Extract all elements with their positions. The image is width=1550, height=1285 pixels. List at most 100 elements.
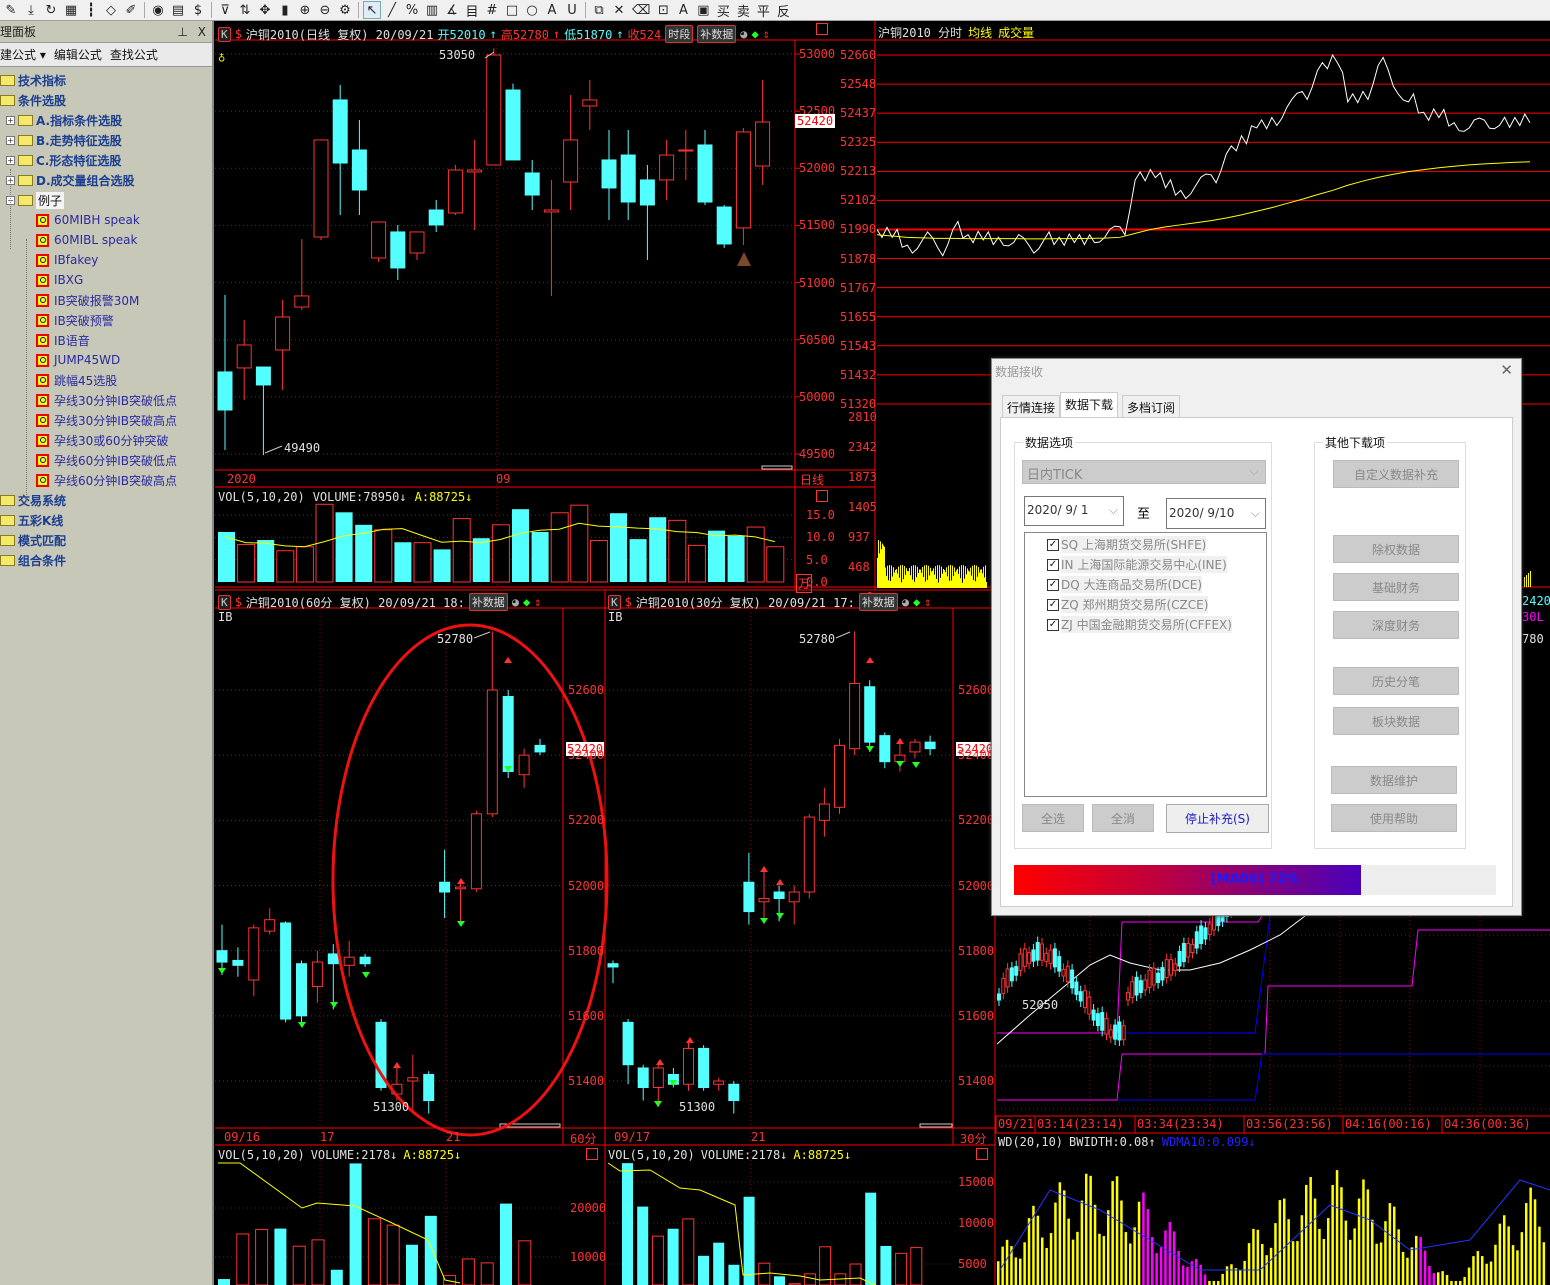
- tree-item[interactable]: IBfakey: [36, 251, 98, 269]
- tree-item[interactable]: IBXG: [36, 271, 83, 289]
- edit-icon[interactable]: ✐: [122, 1, 140, 19]
- lock-icon[interactable]: ⊡: [654, 1, 672, 19]
- other-download-button[interactable]: 深度财务: [1333, 611, 1459, 639]
- sort-icon[interactable]: ⇅: [236, 1, 254, 19]
- tree-item[interactable]: − 例子: [6, 191, 65, 209]
- select-all-button[interactable]: 全选: [1022, 804, 1084, 832]
- trade-button-1[interactable]: 卖: [734, 1, 752, 20]
- expand-icon[interactable]: +: [6, 155, 15, 165]
- tree-item[interactable]: IB语音: [36, 331, 90, 349]
- tab-depth-subscribe[interactable]: 多档订阅: [1122, 395, 1181, 417]
- tree-item[interactable]: + B.走势特征选股: [6, 131, 122, 149]
- find-formula-button[interactable]: 查找公式: [110, 46, 158, 63]
- other-download-button[interactable]: 历史分笔: [1333, 667, 1459, 695]
- text-icon[interactable]: A: [543, 1, 561, 19]
- expand-icon[interactable]: +: [6, 135, 15, 145]
- gear-icon[interactable]: ⚙: [336, 1, 354, 19]
- exchange-item[interactable]: ✓ ZQ 郑州期货交易所(CZCE): [1047, 595, 1209, 614]
- trade-button-0[interactable]: 买: [714, 1, 732, 20]
- tree-item[interactable]: 五彩K线: [0, 511, 63, 529]
- date-to-picker[interactable]: 2020/ 9/10 ⌵: [1166, 498, 1266, 529]
- tree-item[interactable]: + C.形态特征选股: [6, 151, 121, 169]
- zoom-out-icon[interactable]: ⊖: [316, 1, 334, 19]
- checkbox[interactable]: ✓: [1047, 558, 1059, 571]
- filter-icon[interactable]: ⊽: [216, 1, 234, 19]
- fib-icon[interactable]: 目: [463, 1, 481, 20]
- line-icon[interactable]: ╱: [383, 1, 401, 19]
- trade-button-2[interactable]: 平: [754, 1, 772, 20]
- download-icon[interactable]: ⤓: [22, 1, 40, 19]
- tree-item[interactable]: 孕线30或60分钟突破: [36, 431, 169, 449]
- exchange-item[interactable]: ✓ SQ 上海期货交易所(SHFE): [1047, 535, 1207, 554]
- tab-quote-connect[interactable]: 行情连接: [1002, 395, 1061, 417]
- trash-icon[interactable]: ⌫: [630, 1, 652, 19]
- checkbox[interactable]: ✓: [1047, 618, 1059, 631]
- wd-bar: [1538, 1226, 1541, 1285]
- edit-formula-button[interactable]: 编辑公式: [54, 46, 102, 63]
- close-icon[interactable]: X: [198, 25, 206, 39]
- tree-item[interactable]: + A.指标条件选股: [6, 111, 122, 129]
- tree-item[interactable]: JUMP45WD: [36, 351, 120, 369]
- tree-item[interactable]: 组合条件: [0, 551, 66, 569]
- hash-icon[interactable]: #: [483, 1, 501, 19]
- tree-item[interactable]: 孕线60分钟IB突破低点: [36, 451, 177, 469]
- tab-data-download[interactable]: 数据下载: [1060, 392, 1119, 418]
- save-icon[interactable]: ▣: [694, 1, 712, 19]
- pointer-icon[interactable]: ↖: [363, 1, 381, 19]
- close-icon[interactable]: ✕: [1500, 361, 1513, 379]
- other-download-button[interactable]: 除权数据: [1333, 535, 1459, 563]
- rect-icon[interactable]: □: [503, 1, 521, 19]
- tree-item[interactable]: 60MIBH speak: [36, 211, 140, 229]
- date-from-picker[interactable]: 2020/ 9/ 1 ⌵: [1024, 496, 1124, 526]
- exchange-item[interactable]: ✓ IN 上海国际能源交易中心(INE): [1047, 555, 1227, 574]
- delete-icon[interactable]: ✕: [610, 1, 628, 19]
- other-download-button[interactable]: 数据维护: [1331, 766, 1457, 794]
- pin-icon[interactable]: ⊥: [177, 25, 187, 39]
- tree-item[interactable]: 孕线30分钟IB突破低点: [36, 391, 177, 409]
- other-download-button[interactable]: 自定义数据补充: [1333, 460, 1459, 488]
- circle-icon[interactable]: ○: [523, 1, 541, 19]
- other-download-button[interactable]: 基础财务: [1333, 573, 1459, 601]
- column-icon[interactable]: ▮: [276, 1, 294, 19]
- doc-icon[interactable]: ▤: [169, 1, 187, 19]
- deselect-all-button[interactable]: 全消: [1092, 804, 1154, 832]
- new-formula-button[interactable]: 建公式 ▾: [0, 46, 46, 63]
- pen-icon[interactable]: ✎: [2, 1, 20, 19]
- percent-icon[interactable]: %: [403, 1, 421, 19]
- tree-item[interactable]: 模式匹配: [0, 531, 66, 549]
- tree-item[interactable]: 孕线30分钟IB突破高点: [36, 411, 177, 429]
- diamond-icon[interactable]: ◇: [102, 1, 120, 19]
- tree-item[interactable]: 跳幅45选股: [36, 371, 117, 389]
- dollar-icon[interactable]: $: [189, 1, 207, 19]
- zoom-in-icon[interactable]: ⊕: [296, 1, 314, 19]
- channel-icon[interactable]: ▥: [423, 1, 441, 19]
- tree-item[interactable]: IB突破报警30M: [36, 291, 139, 309]
- tree-item[interactable]: 交易系统: [0, 491, 66, 509]
- expand-icon[interactable]: +: [6, 115, 15, 125]
- copy-icon[interactable]: ⧉: [590, 1, 608, 19]
- tree-item[interactable]: IB突破预警: [36, 311, 114, 329]
- tree-item[interactable]: 孕线60分钟IB突破高点: [36, 471, 177, 489]
- bars-icon[interactable]: ┇: [82, 1, 100, 19]
- other-download-button[interactable]: 使用帮助: [1331, 804, 1457, 832]
- exchange-item[interactable]: ✓ DQ 大连商品交易所(DCE): [1047, 575, 1203, 594]
- checkbox[interactable]: ✓: [1047, 598, 1059, 611]
- angle-icon[interactable]: ∡: [443, 1, 461, 19]
- exchange-item[interactable]: ✓ ZJ 中国金融期货交易所(CFFEX): [1047, 615, 1232, 634]
- tree-item[interactable]: 技术指标: [0, 71, 66, 89]
- tree-item[interactable]: 60MIBL speak: [36, 231, 137, 249]
- play-icon[interactable]: ◉: [149, 1, 167, 19]
- stop-fill-button[interactable]: 停止补充(S): [1166, 804, 1269, 833]
- data-type-select[interactable]: 日内TICK ⌵: [1022, 460, 1266, 484]
- tree-item[interactable]: 条件选股: [0, 91, 66, 109]
- refresh-icon[interactable]: ↻: [42, 1, 60, 19]
- magnet-icon[interactable]: U: [563, 1, 581, 19]
- other-download-button[interactable]: 板块数据: [1333, 707, 1459, 735]
- color-icon[interactable]: A: [674, 1, 692, 19]
- tree-item[interactable]: + D.成交量组合选股: [6, 171, 135, 189]
- move-icon[interactable]: ✥: [256, 1, 274, 19]
- trade-button-3[interactable]: 反: [774, 1, 792, 20]
- checkbox[interactable]: ✓: [1047, 578, 1059, 591]
- checkbox[interactable]: ✓: [1047, 538, 1059, 551]
- grid-icon[interactable]: ▦: [62, 1, 80, 19]
